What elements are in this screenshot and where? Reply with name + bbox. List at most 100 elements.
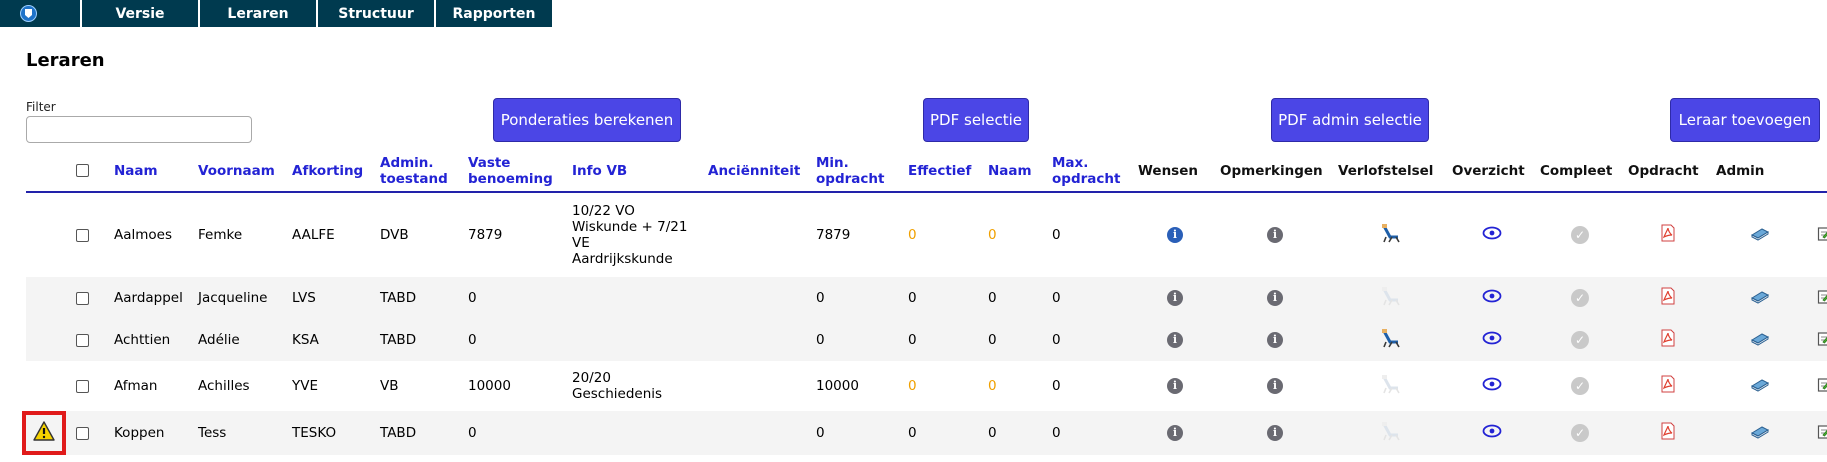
- beach-chair-icon[interactable]: [1380, 223, 1402, 247]
- eye-icon[interactable]: [1482, 289, 1502, 307]
- header-afkorting[interactable]: Afkorting: [288, 150, 376, 193]
- check-circle-icon[interactable]: ✓: [1571, 377, 1589, 395]
- cell-voornaam-text: Adélie: [198, 332, 240, 348]
- top-navigation: Versie Leraren Structuur Rapporten: [0, 0, 552, 27]
- cell-min-opdracht: 0: [812, 411, 904, 455]
- beach-chair-icon[interactable]: [1380, 421, 1402, 445]
- header-ancienniteit[interactable]: Anciënniteit: [704, 150, 812, 193]
- info-icon[interactable]: i: [1167, 378, 1183, 394]
- nav-versie[interactable]: Versie: [82, 0, 200, 27]
- edit-icon[interactable]: [1817, 225, 1827, 246]
- cell-min-opdracht: 0: [812, 277, 904, 319]
- beach-chair-icon[interactable]: [1380, 328, 1402, 352]
- row-checkbox[interactable]: [76, 426, 89, 440]
- info-icon[interactable]: i: [1267, 425, 1283, 441]
- row-checkbox[interactable]: [76, 379, 89, 393]
- nav-rapporten[interactable]: Rapporten: [436, 0, 552, 27]
- book-icon[interactable]: [1750, 423, 1770, 443]
- warning-icon[interactable]: [33, 421, 55, 445]
- cell-overzicht: [1448, 411, 1536, 455]
- check-circle-icon[interactable]: ✓: [1571, 289, 1589, 307]
- cell-verlofstelsel: [1334, 411, 1448, 455]
- cell-verlofstelsel: [1334, 361, 1448, 411]
- book-icon[interactable]: [1750, 376, 1770, 396]
- eye-icon[interactable]: [1482, 331, 1502, 349]
- header-naam-2[interactable]: Naam: [984, 150, 1048, 193]
- nav-structuur[interactable]: Structuur: [318, 0, 436, 27]
- cell-voornaam: Jacqueline: [194, 277, 288, 319]
- beach-chair-icon[interactable]: [1380, 374, 1402, 398]
- row-checkbox[interactable]: [76, 228, 89, 242]
- info-icon[interactable]: i: [1167, 332, 1183, 348]
- cell-naam-text: Afman: [114, 378, 158, 394]
- pdf-admin-selectie-button[interactable]: PDF admin selectie: [1271, 98, 1429, 142]
- cell-effectief-text: 0: [908, 290, 917, 306]
- header-admin-toestand[interactable]: Admin. toestand: [376, 150, 464, 193]
- pdf-icon[interactable]: [1660, 329, 1676, 351]
- cell-info-vb: 20/20 Geschiedenis: [568, 361, 704, 411]
- cell-ancienniteit: [704, 361, 812, 411]
- info-icon[interactable]: i: [1267, 227, 1283, 243]
- book-icon[interactable]: [1750, 225, 1770, 245]
- cell-afkorting-text: KSA: [292, 332, 319, 348]
- row-checkbox[interactable]: [76, 291, 89, 305]
- select-all-checkbox[interactable]: [76, 164, 89, 177]
- table-row: Achttien Adélie KSA TABD 0 0 0 0 0 i i ✓: [26, 319, 1827, 361]
- cell-admin-toestand: DVB: [376, 192, 464, 277]
- info-blue-icon[interactable]: i: [1167, 227, 1183, 243]
- edit-icon[interactable]: [1817, 423, 1827, 444]
- cell-vaste-benoeming-text: 7879: [468, 227, 503, 243]
- header-info-vb[interactable]: Info VB: [568, 150, 704, 193]
- header-effectief[interactable]: Effectief: [904, 150, 984, 193]
- eye-icon[interactable]: [1482, 377, 1502, 395]
- pdf-icon[interactable]: [1660, 224, 1676, 246]
- cell-max-opdracht: 0: [1048, 411, 1134, 455]
- cell-effectief: 0: [904, 277, 984, 319]
- cell-max-opdracht-text: 0: [1052, 227, 1061, 243]
- logo-icon: [20, 5, 37, 22]
- info-icon[interactable]: i: [1167, 290, 1183, 306]
- header-min-opdracht[interactable]: Min. opdracht: [812, 150, 904, 193]
- cell-effectief: 0: [904, 319, 984, 361]
- info-icon[interactable]: i: [1167, 425, 1183, 441]
- beach-chair-icon[interactable]: [1380, 286, 1402, 310]
- cell-wensen: i: [1134, 361, 1216, 411]
- cell-voornaam: Femke: [194, 192, 288, 277]
- check-circle-icon[interactable]: ✓: [1571, 424, 1589, 442]
- filter-label: Filter: [26, 100, 56, 114]
- edit-icon[interactable]: [1817, 376, 1827, 397]
- check-circle-icon[interactable]: ✓: [1571, 226, 1589, 244]
- warning-cell: [26, 319, 72, 361]
- row-checkbox[interactable]: [76, 333, 89, 347]
- filter-input[interactable]: [26, 116, 252, 143]
- edit-icon[interactable]: [1817, 288, 1827, 309]
- eye-icon[interactable]: [1482, 424, 1502, 442]
- cell-opmerkingen: i: [1216, 411, 1334, 455]
- info-icon[interactable]: i: [1267, 290, 1283, 306]
- info-icon[interactable]: i: [1267, 332, 1283, 348]
- pdf-icon[interactable]: [1660, 287, 1676, 309]
- pdf-icon[interactable]: [1660, 375, 1676, 397]
- pdf-icon[interactable]: [1660, 422, 1676, 444]
- leraar-toevoegen-button[interactable]: Leraar toevoegen: [1670, 98, 1820, 142]
- cell-opdracht: [1624, 192, 1712, 277]
- eye-icon[interactable]: [1482, 226, 1502, 244]
- info-icon[interactable]: i: [1267, 378, 1283, 394]
- pdf-selectie-button[interactable]: PDF selectie: [923, 98, 1029, 142]
- edit-icon[interactable]: [1817, 330, 1827, 351]
- header-vaste-benoeming[interactable]: Vaste benoeming: [464, 150, 568, 193]
- header-compleet: Compleet: [1536, 150, 1624, 193]
- cell-naam: Aardappel: [110, 277, 194, 319]
- check-circle-icon[interactable]: ✓: [1571, 331, 1589, 349]
- book-icon[interactable]: [1750, 288, 1770, 308]
- nav-leraren[interactable]: Leraren: [200, 0, 318, 27]
- header-voornaam[interactable]: Voornaam: [194, 150, 288, 193]
- header-naam[interactable]: Naam: [110, 150, 194, 193]
- ponderaties-berekenen-button[interactable]: Ponderaties berekenen: [493, 98, 681, 142]
- info-vb-line: 10/22 VO: [572, 203, 635, 219]
- cell-naam-value-text: 0: [988, 290, 997, 306]
- header-max-opdracht[interactable]: Max. opdracht: [1048, 150, 1134, 193]
- cell-admin-toestand: TABD: [376, 411, 464, 455]
- book-icon[interactable]: [1750, 330, 1770, 350]
- home-logo[interactable]: [0, 0, 82, 27]
